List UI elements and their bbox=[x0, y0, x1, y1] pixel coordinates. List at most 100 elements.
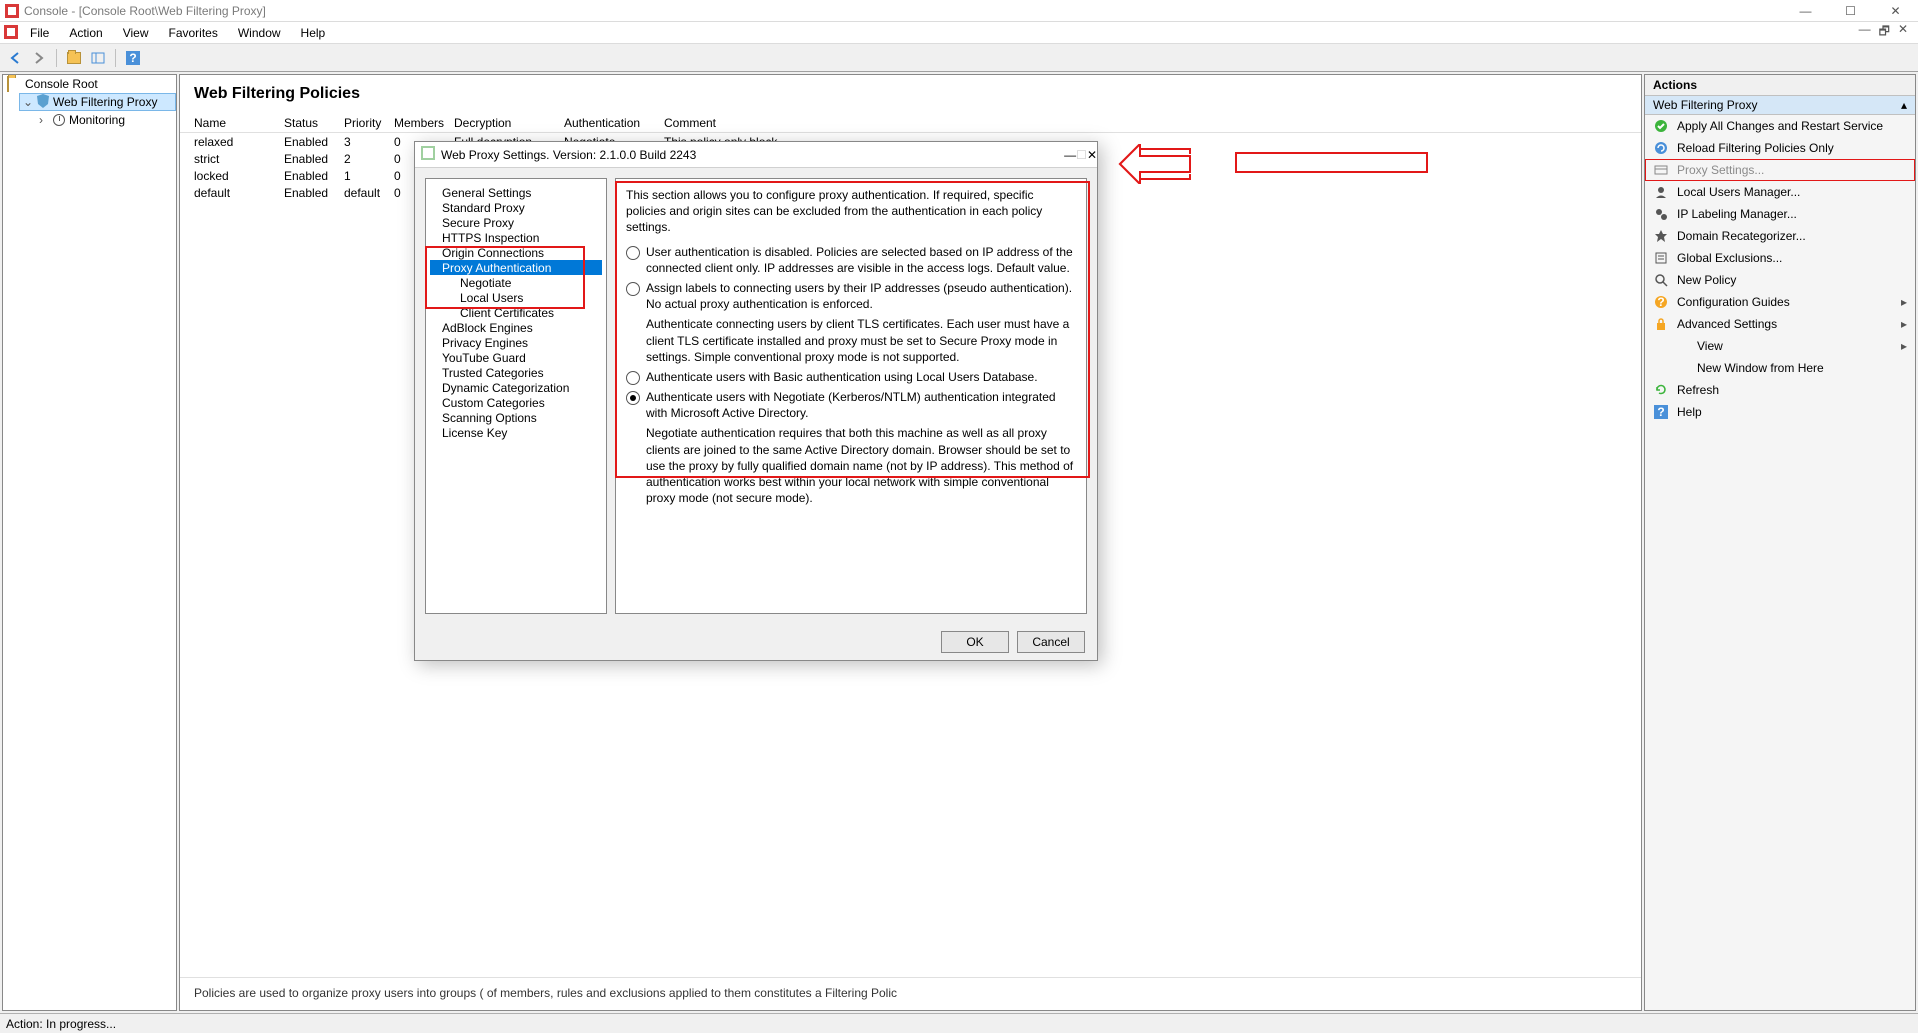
menu-help[interactable]: Help bbox=[291, 22, 336, 43]
action-help[interactable]: ?Help bbox=[1645, 401, 1915, 423]
radio-icon[interactable] bbox=[626, 371, 640, 385]
svg-text:?: ? bbox=[1657, 295, 1664, 309]
dlg-tree-client-certificates[interactable]: Client Certificates bbox=[430, 305, 602, 320]
star-icon bbox=[1653, 228, 1669, 244]
dlg-tree-general-settings[interactable]: General Settings bbox=[430, 185, 602, 200]
dlg-tree-dynamic-categorization[interactable]: Dynamic Categorization bbox=[430, 380, 602, 395]
clock-icon bbox=[53, 114, 65, 126]
dlg-tree-adblock-engines[interactable]: AdBlock Engines bbox=[430, 320, 602, 335]
dialog-titlebar[interactable]: Web Proxy Settings. Version: 2.1.0.0 Bui… bbox=[415, 142, 1097, 168]
dialog-intro: This section allows you to configure pro… bbox=[626, 187, 1076, 236]
menu-window[interactable]: Window bbox=[228, 22, 291, 43]
help-badge-icon: ? bbox=[1653, 294, 1669, 310]
auth-option-3[interactable]: Authenticate users with Basic authentica… bbox=[626, 369, 1076, 385]
dlg-tree-origin-connections[interactable]: Origin Connections bbox=[430, 245, 602, 260]
app-icon bbox=[4, 3, 20, 19]
ok-button[interactable]: OK bbox=[941, 631, 1009, 653]
dialog-minimize-button[interactable]: — bbox=[1064, 148, 1076, 162]
window-title: Console - [Console Root\Web Filtering Pr… bbox=[24, 4, 266, 18]
mdi-controls: — 🗗 ✕ bbox=[1859, 22, 1918, 43]
radio-icon[interactable] bbox=[626, 246, 640, 260]
minimize-button[interactable]: — bbox=[1783, 0, 1828, 22]
dlg-tree-local-users[interactable]: Local Users bbox=[430, 290, 602, 305]
menu-view[interactable]: View bbox=[113, 22, 159, 43]
dlg-tree-scanning-options[interactable]: Scanning Options bbox=[430, 410, 602, 425]
check-green-icon bbox=[1653, 118, 1669, 134]
tree-pane[interactable]: Console Root ⌄ Web Filtering Proxy › Mon… bbox=[2, 74, 177, 1011]
close-button[interactable]: ✕ bbox=[1873, 0, 1918, 22]
dlg-tree-https-inspection[interactable]: HTTPS Inspection bbox=[430, 230, 602, 245]
dlg-tree-trusted-categories[interactable]: Trusted Categories bbox=[430, 365, 602, 380]
search-icon bbox=[1653, 272, 1669, 288]
dlg-tree-standard-proxy[interactable]: Standard Proxy bbox=[430, 200, 602, 215]
dialog-close-button[interactable]: ✕ bbox=[1087, 148, 1097, 162]
tree-console-root[interactable]: Console Root bbox=[3, 75, 176, 93]
dialog-tree[interactable]: General SettingsStandard ProxySecure Pro… bbox=[425, 178, 607, 614]
mdi-minimize-icon[interactable]: — bbox=[1859, 22, 1871, 43]
expand-icon[interactable]: › bbox=[39, 113, 49, 127]
menu-file[interactable]: File bbox=[20, 22, 59, 43]
expand-icon[interactable]: ⌄ bbox=[23, 95, 33, 109]
svg-text:?: ? bbox=[129, 51, 136, 65]
dialog-note: Negotiate authentication requires that b… bbox=[646, 425, 1076, 506]
user-icon bbox=[1653, 184, 1669, 200]
action-new-policy[interactable]: New Policy bbox=[1645, 269, 1915, 291]
tree-monitoring[interactable]: › Monitoring bbox=[35, 111, 176, 129]
doc-icon bbox=[4, 25, 20, 41]
proxy-settings-dialog: Web Proxy Settings. Version: 2.1.0.0 Bui… bbox=[414, 141, 1098, 661]
action-domain-recategorizer-[interactable]: Domain Recategorizer... bbox=[1645, 225, 1915, 247]
panel-toggle-icon[interactable] bbox=[89, 49, 107, 67]
dlg-tree-negotiate[interactable]: Negotiate bbox=[430, 275, 602, 290]
tree-web-filtering-proxy[interactable]: ⌄ Web Filtering Proxy bbox=[19, 93, 176, 111]
radio-icon[interactable] bbox=[626, 391, 640, 405]
action-ip-labeling-manager-[interactable]: IP Labeling Manager... bbox=[1645, 203, 1915, 225]
radio-icon[interactable] bbox=[626, 282, 640, 296]
action-local-users-manager-[interactable]: Local Users Manager... bbox=[1645, 181, 1915, 203]
action-apply-all-changes-and-restart-service[interactable]: Apply All Changes and Restart Service bbox=[1645, 115, 1915, 137]
dialog-maximize-button[interactable]: ☐ bbox=[1076, 148, 1087, 162]
dlg-tree-secure-proxy[interactable]: Secure Proxy bbox=[430, 215, 602, 230]
actions-title: Actions bbox=[1645, 75, 1915, 96]
mdi-restore-icon[interactable]: 🗗 bbox=[1879, 22, 1890, 43]
table-header: Name Status Priority Members Decryption … bbox=[180, 113, 1641, 133]
help-icon[interactable]: ? bbox=[124, 49, 142, 67]
collapse-icon[interactable]: ▴ bbox=[1901, 98, 1907, 112]
status-bar: Action: In progress... bbox=[0, 1013, 1918, 1033]
action-global-exclusions-[interactable]: Global Exclusions... bbox=[1645, 247, 1915, 269]
maximize-button[interactable]: ☐ bbox=[1828, 0, 1873, 22]
dlg-tree-license-key[interactable]: License Key bbox=[430, 425, 602, 440]
action-configuration-guides[interactable]: ?Configuration Guides bbox=[1645, 291, 1915, 313]
dialog-content: This section allows you to configure pro… bbox=[615, 178, 1087, 614]
dlg-tree-custom-categories[interactable]: Custom Categories bbox=[430, 395, 602, 410]
dlg-tree-privacy-engines[interactable]: Privacy Engines bbox=[430, 335, 602, 350]
action-refresh[interactable]: Refresh bbox=[1645, 379, 1915, 401]
auth-option-0[interactable]: User authentication is disabled. Policie… bbox=[626, 244, 1076, 276]
shield-icon bbox=[37, 94, 49, 111]
action-reload-filtering-policies-only[interactable]: Reload Filtering Policies Only bbox=[1645, 137, 1915, 159]
help-icon: ? bbox=[1653, 404, 1669, 420]
auth-option-1[interactable]: Assign labels to connecting users by the… bbox=[626, 280, 1076, 312]
action-advanced-settings[interactable]: Advanced Settings bbox=[1645, 313, 1915, 335]
action-view[interactable]: View bbox=[1645, 335, 1915, 357]
actions-pane: Actions Web Filtering Proxy ▴ Apply All … bbox=[1644, 74, 1916, 1011]
action-proxy-settings-[interactable]: Proxy Settings... bbox=[1645, 159, 1915, 181]
toolbar: ? bbox=[0, 44, 1918, 72]
menu-action[interactable]: Action bbox=[59, 22, 112, 43]
list-icon bbox=[1653, 250, 1669, 266]
auth-option-4[interactable]: Authenticate users with Negotiate (Kerbe… bbox=[626, 389, 1076, 421]
mdi-close-icon[interactable]: ✕ bbox=[1898, 22, 1908, 43]
menu-favorites[interactable]: Favorites bbox=[159, 22, 228, 43]
svg-text:?: ? bbox=[1657, 405, 1664, 419]
dialog-icon bbox=[421, 146, 435, 163]
settings-icon bbox=[1653, 162, 1669, 178]
forward-button[interactable] bbox=[30, 49, 48, 67]
actions-section[interactable]: Web Filtering Proxy ▴ bbox=[1645, 96, 1915, 115]
dlg-tree-proxy-authentication[interactable]: Proxy Authentication bbox=[430, 260, 602, 275]
title-bar: Console - [Console Root\Web Filtering Pr… bbox=[0, 0, 1918, 22]
dlg-tree-youtube-guard[interactable]: YouTube Guard bbox=[430, 350, 602, 365]
action-new-window-from-here[interactable]: New Window from Here bbox=[1645, 357, 1915, 379]
auth-option-2[interactable]: Authenticate connecting users by client … bbox=[626, 316, 1076, 365]
back-button[interactable] bbox=[6, 49, 24, 67]
open-folder-icon[interactable] bbox=[65, 49, 83, 67]
cancel-button[interactable]: Cancel bbox=[1017, 631, 1085, 653]
